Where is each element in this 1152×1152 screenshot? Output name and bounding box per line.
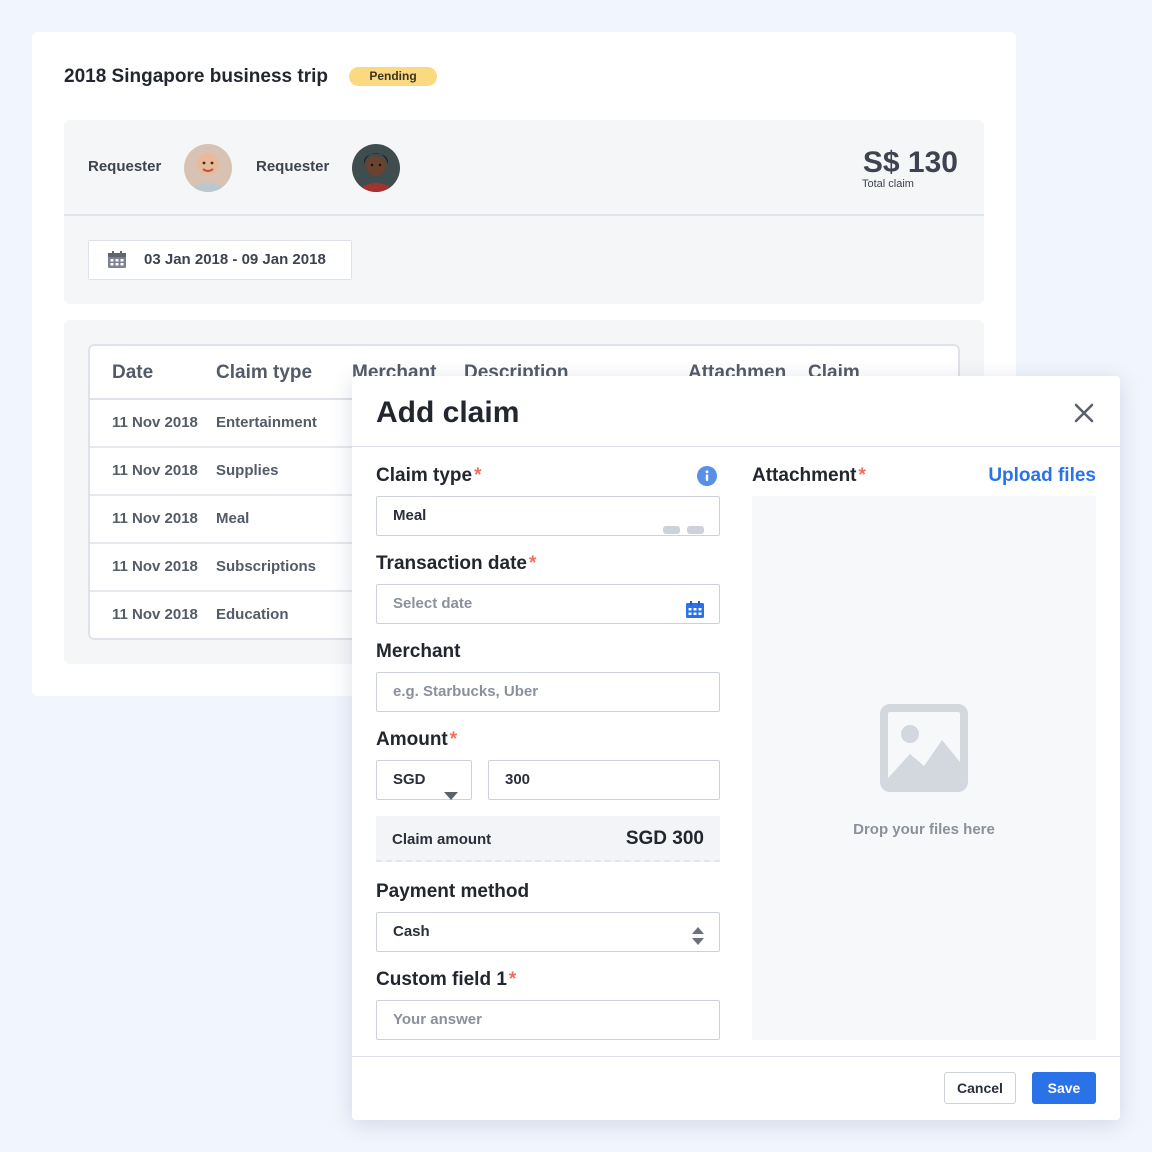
file-dropzone[interactable]: Drop your files here (752, 496, 1096, 1040)
custom-field-placeholder: Your answer (393, 1011, 482, 1028)
claim-amount-value: SGD 300 (625, 828, 704, 849)
payment-method-label: Payment method (376, 881, 530, 902)
divider (352, 446, 1120, 447)
calendar-icon (107, 251, 127, 274)
date-range-text: 03 Jan 2018 - 09 Jan 2018 (144, 251, 326, 268)
attachment-label: Attachment * (752, 465, 866, 486)
transaction-date-label: Transaction date * (376, 553, 537, 574)
merchant-input[interactable]: e.g. Starbucks, Uber (376, 672, 720, 712)
cell-date: 11 Nov 2018 (112, 558, 198, 575)
trip-title: 2018 Singapore business trip (64, 66, 328, 87)
sort-arrows-icon (691, 923, 705, 961)
claim-amount-label: Claim amount (392, 831, 492, 848)
cell-claim-type: Supplies (216, 462, 279, 479)
transaction-date-placeholder: Select date (393, 595, 473, 612)
cell-claim-type: Meal (216, 510, 250, 527)
cell-date: 11 Nov 2018 (112, 606, 198, 623)
save-button[interactable]: Save (1032, 1072, 1096, 1104)
chevron-down-icon (444, 777, 458, 815)
cell-date: 11 Nov 2018 (112, 414, 198, 431)
modal-title: Add claim (376, 396, 520, 429)
required-marker: * (474, 465, 482, 486)
claim-type-label: Claim type * (376, 465, 482, 486)
currency-select[interactable]: SGD (376, 760, 472, 800)
claim-amount-summary: Claim amount SGD 300 (376, 816, 720, 862)
payment-method-value: Cash (393, 923, 430, 940)
requester-label: Requester (88, 158, 162, 175)
column-header-claim-type[interactable]: Claim type (216, 362, 312, 384)
custom-field-input[interactable]: Your answer (376, 1000, 720, 1040)
requester-label: Requester (256, 158, 330, 175)
calendar-icon[interactable] (685, 596, 705, 634)
add-claim-modal: Add claim Claim type * Meal Transaction d… (352, 376, 1120, 1120)
total-claim-label: Total claim (862, 178, 914, 190)
cell-date: 11 Nov 2018 (112, 510, 198, 527)
claim-type-value: Meal (393, 507, 427, 524)
avatar[interactable] (184, 144, 232, 192)
required-marker: * (529, 553, 537, 574)
info-icon[interactable] (697, 466, 717, 491)
divider (64, 214, 984, 216)
status-badge: Pending (349, 67, 437, 86)
upload-files-link[interactable]: Upload files (988, 465, 1096, 487)
cell-date: 11 Nov 2018 (112, 462, 198, 479)
cell-claim-type: Entertainment (216, 414, 317, 431)
merchant-label: Merchant (376, 641, 461, 662)
date-range-picker[interactable]: 03 Jan 2018 - 09 Jan 2018 (88, 240, 352, 280)
avatar[interactable] (352, 144, 400, 192)
required-marker: * (858, 465, 866, 486)
cancel-button[interactable]: Cancel (944, 1072, 1016, 1104)
cell-claim-type: Subscriptions (216, 558, 317, 575)
trip-summary-panel: Requester Requester S$ 130 Total claim 0… (64, 120, 984, 304)
required-marker: * (508, 969, 517, 990)
divider (352, 1056, 1120, 1057)
currency-value: SGD (393, 771, 426, 788)
chevron-down-icon (663, 512, 705, 550)
required-marker: * (449, 729, 458, 750)
dropzone-text: Drop your files here (853, 821, 995, 838)
payment-method-select[interactable]: Cash (376, 912, 720, 952)
amount-input[interactable]: 300 (488, 760, 720, 800)
column-header-date[interactable]: Date (112, 362, 153, 384)
image-placeholder-icon (880, 704, 968, 797)
custom-field-label: Custom field 1 * (376, 969, 517, 990)
transaction-date-input[interactable]: Select date (376, 584, 720, 624)
amount-value: 300 (505, 771, 531, 788)
merchant-placeholder: e.g. Starbucks, Uber (393, 683, 539, 700)
total-claim-amount: S$ 130 (862, 146, 958, 179)
claim-type-select[interactable]: Meal (376, 496, 720, 536)
cell-claim-type: Education (216, 606, 289, 623)
close-icon[interactable] (1073, 402, 1095, 424)
amount-label: Amount * (376, 729, 458, 750)
